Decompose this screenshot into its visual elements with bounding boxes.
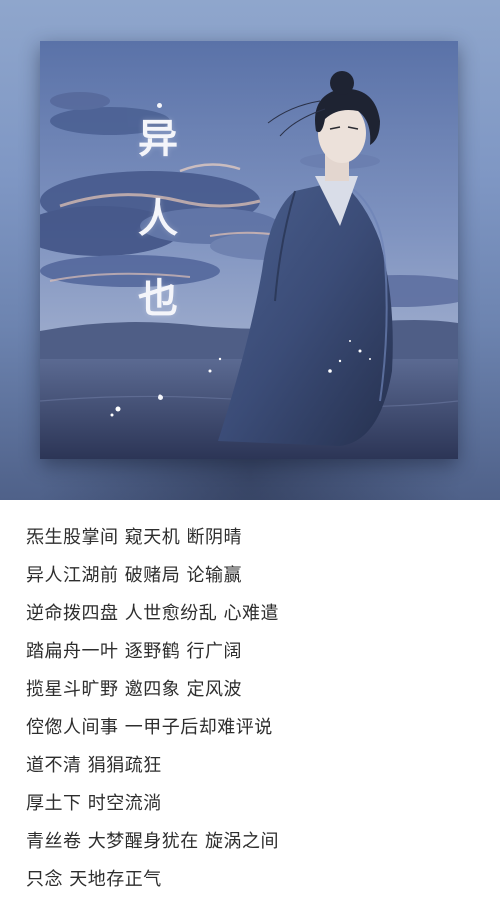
lyric-line: 炁生股掌间 窥天机 断阴晴 (26, 527, 242, 548)
lyric-line: 厚土下 时空流淌 (26, 793, 162, 814)
lyric-line: 道不清 狷狷疏狂 (26, 755, 162, 776)
lyric-line: 青丝卷 大梦醒身犹在 旋涡之间 (26, 831, 279, 852)
lyric-line: 踏扁舟一叶 逐野鹤 行广阔 (26, 641, 242, 662)
cover-illustration (40, 41, 458, 459)
cover-title-char-1: 异 (138, 115, 178, 162)
cover-title-char-2: 人 (138, 195, 178, 242)
lyrics-list: 炁生股掌间 窥天机 断阴晴 异人江湖前 破赌局 论输赢 逆命拨四盘 人世愈纷乱 … (26, 519, 486, 899)
lyric-line: 异人江湖前 破赌局 论输赢 (26, 565, 242, 586)
hero-backdrop: 异 人 也 (0, 0, 500, 500)
lyric-line: 只念 天地存正气 (26, 869, 162, 890)
cover-title-char-3: 也 (138, 275, 178, 322)
lyric-line: 逆命拨四盘 人世愈纷乱 心难遣 (26, 603, 279, 624)
hair-bun (330, 71, 354, 95)
album-cover: 异 人 也 (40, 41, 458, 459)
title-dot-top (157, 103, 162, 108)
lyric-line: 倥偬人间事 一甲子后却难评说 (26, 717, 273, 738)
lyric-line: 揽星斗旷野 邀四象 定风波 (26, 679, 242, 700)
title-dot-bottom (158, 395, 163, 400)
